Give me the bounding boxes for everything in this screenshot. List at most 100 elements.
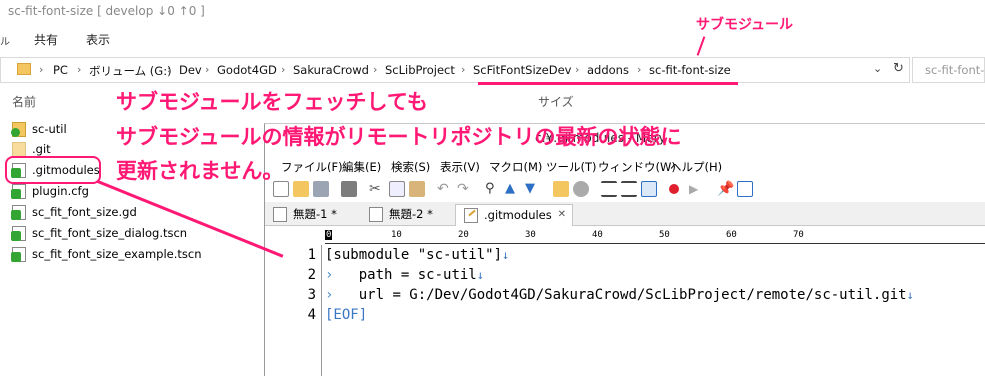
print-icon[interactable] — [341, 181, 357, 197]
folder-icon — [17, 63, 31, 75]
file-modified-icon — [11, 247, 26, 262]
ruler-mark: 20 — [458, 230, 469, 240]
save-icon[interactable] — [313, 181, 329, 197]
editor-tabs: 無題-1 * 無題-2 * .gitmodules ✕ — [265, 202, 985, 226]
file-modified-icon — [11, 226, 26, 241]
refresh-icon[interactable]: ↻ — [893, 61, 904, 76]
line-number-gutter: 1 2 3 4 — [265, 245, 322, 376]
menu-file[interactable]: ファイル(F) — [281, 159, 343, 175]
find-up-icon[interactable]: ▲ — [505, 181, 521, 197]
copy-icon[interactable] — [389, 181, 405, 197]
list-item[interactable]: sc_fit_font_size_example.tscn — [11, 245, 262, 265]
redo-icon[interactable]: ↷ — [457, 181, 473, 197]
breadcrumb-volume[interactable]: ボリューム (G:) — [89, 63, 172, 79]
column-name[interactable]: 名前 — [12, 93, 36, 110]
ruler-mark: 10 — [391, 230, 402, 240]
document-icon — [369, 207, 383, 222]
menu-window[interactable]: ウィンドウ(W) — [598, 159, 676, 175]
chevron-right-icon: › — [205, 63, 210, 76]
wrap-ruler-icon[interactable] — [641, 181, 657, 197]
undo-icon[interactable]: ↶ — [437, 181, 453, 197]
cut-icon[interactable]: ✂ — [369, 181, 385, 197]
file-name: sc_fit_font_size.gd — [32, 205, 137, 219]
list-item[interactable]: plugin.cfg — [11, 182, 262, 202]
chevron-right-icon: › — [461, 63, 466, 76]
breadcrumb-dev[interactable]: Dev — [179, 63, 202, 77]
code-text: path = sc-util — [358, 267, 477, 283]
breadcrumb-scfitfontsizedev[interactable]: ScFitFontSizeDev — [473, 63, 572, 77]
tab-gitmodules[interactable]: .gitmodules ✕ — [455, 204, 573, 226]
menu-tools[interactable]: ツール(T) — [546, 159, 597, 175]
open-folder-icon[interactable] — [293, 181, 309, 197]
grep-icon[interactable] — [553, 181, 569, 197]
ruler-mark: 0 — [325, 230, 333, 240]
search-placeholder: sc-fit-font- — [925, 63, 985, 77]
mery-editor-window: c:¥.gitmodules - Mery ファイル(F) 編集(E) 検索(S… — [264, 123, 985, 376]
search-input[interactable]: sc-fit-font- — [912, 57, 985, 83]
line-number: 3 — [307, 287, 316, 303]
tab-marker: › — [325, 267, 334, 283]
ribbon-tab-share[interactable]: 共有 — [34, 31, 58, 48]
code-text: [submodule "sc-util"] — [325, 247, 503, 263]
file-name: .git — [32, 142, 51, 156]
code-line: › path = sc-util↓ — [325, 267, 484, 283]
find-icon[interactable]: ⚲ — [485, 181, 501, 197]
play-macro-icon[interactable]: ▶ — [689, 181, 705, 197]
chevron-right-icon: › — [575, 63, 580, 76]
chevron-right-icon: › — [637, 63, 642, 76]
breadcrumb-sc-fit-font-size[interactable]: sc-fit-font-size — [649, 63, 731, 77]
find-down-icon[interactable]: ▼ — [525, 181, 541, 197]
wrap-icon[interactable] — [601, 181, 617, 197]
annotation-underline — [478, 82, 738, 85]
menu-view[interactable]: 表示(V) — [440, 159, 480, 175]
breadcrumb-pc[interactable]: PC — [53, 63, 68, 77]
code-editor[interactable]: [submodule "sc-util"]↓ › path = sc-util↓… — [325, 245, 985, 376]
wrap-window-icon[interactable] — [621, 181, 637, 197]
menu-macro[interactable]: マクロ(M) — [489, 159, 542, 175]
annotation-text-line3: 更新されません。 — [116, 159, 284, 183]
menu-edit[interactable]: 編集(E) — [342, 159, 381, 175]
file-modified-icon — [11, 205, 26, 220]
eol-icon: ↓ — [476, 268, 484, 282]
ribbon-left-edge: ル — [0, 37, 10, 48]
toolbar: ✂ ↶ ↷ ⚲ ▲ ▼ ▶ 📌 — [265, 178, 985, 202]
line-number: 1 — [307, 247, 316, 263]
record-macro-icon[interactable] — [669, 184, 679, 194]
menu-search[interactable]: 検索(S) — [391, 159, 430, 175]
breadcrumb-addons[interactable]: addons — [587, 63, 629, 77]
annotation-text-line2: サブモジュールの情報がリモートリポジトリの最新の状態に — [116, 125, 682, 149]
chevron-right-icon: › — [281, 63, 286, 76]
code-line: [submodule "sc-util"]↓ — [325, 247, 509, 263]
column-size[interactable]: サイズ — [538, 93, 574, 110]
tab-untitled-2[interactable]: 無題-2 * — [361, 204, 455, 226]
file-name: sc_fit_font_size_example.tscn — [32, 247, 202, 261]
code-text: url = G:/Dev/Godot4GD/SakuraCrowd/ScLibP… — [358, 287, 907, 303]
file-name: sc-util — [32, 122, 67, 136]
breadcrumb-godot4gd[interactable]: Godot4GD — [217, 63, 277, 77]
paste-icon[interactable] — [409, 181, 425, 197]
menu-bar: ファイル(F) 編集(E) 検索(S) 表示(V) マクロ(M) ツール(T) … — [265, 156, 985, 178]
menu-help[interactable]: ヘルプ(H) — [670, 159, 722, 175]
chevron-down-icon[interactable]: ⌄ — [873, 62, 882, 75]
folder-icon — [12, 142, 26, 157]
gutter-divider — [321, 245, 322, 376]
ribbon-tab-view[interactable]: 表示 — [86, 31, 110, 48]
document-icon — [273, 207, 287, 222]
mark-icon[interactable] — [573, 181, 589, 197]
ruler-mark: 40 — [592, 230, 603, 240]
file-modified-icon — [11, 184, 26, 199]
document-edit-icon — [464, 208, 478, 223]
close-icon[interactable]: ✕ — [558, 205, 566, 225]
file-name: sc_fit_font_size_dialog.tscn — [32, 226, 188, 240]
explorer-title-bar: sc-fit-font-size [ develop ↓0 ↑0 ] — [0, 0, 985, 24]
breadcrumb-sclibproject[interactable]: ScLibProject — [385, 63, 455, 77]
window-icon[interactable] — [737, 181, 753, 197]
address-bar[interactable]: › PC › ボリューム (G:) › Dev › Godot4GD › Sak… — [0, 57, 910, 83]
annotation-highlight-box — [5, 156, 101, 184]
list-item[interactable]: sc_fit_font_size.gd — [11, 203, 262, 223]
pin-icon[interactable]: 📌 — [717, 181, 734, 197]
breadcrumb-sakuracrowd[interactable]: SakuraCrowd — [293, 63, 369, 77]
tab-untitled-1[interactable]: 無題-1 * — [265, 204, 360, 226]
code-line: › url = G:/Dev/Godot4GD/SakuraCrowd/ScLi… — [325, 287, 914, 303]
annotation-text-line1: サブモジュールをフェッチしても — [116, 90, 428, 114]
